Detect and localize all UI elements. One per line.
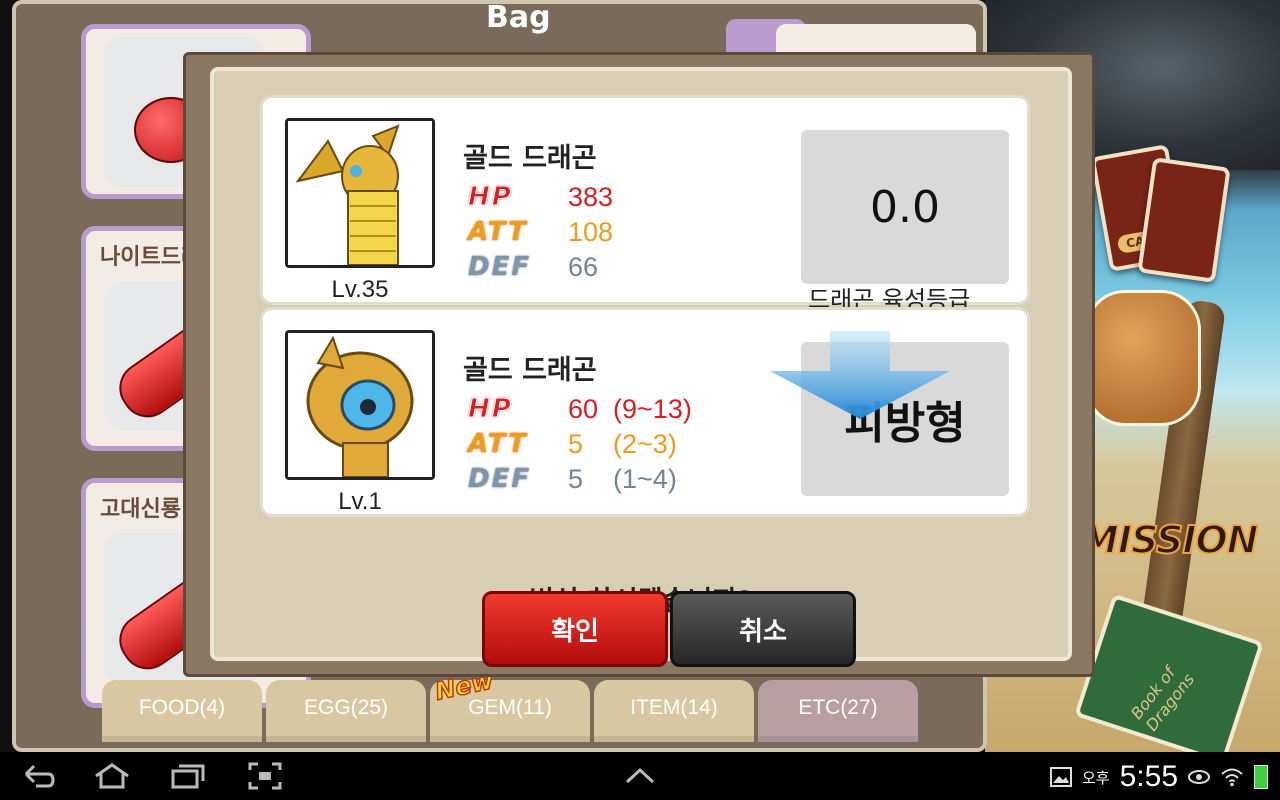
def-label: DEF (468, 464, 532, 494)
eye-icon (1188, 770, 1210, 784)
bag-title: Bag (486, 0, 551, 35)
system-nav-bar: 오후 5:55 (0, 752, 1280, 800)
confirm-button[interactable]: 확인 (482, 591, 668, 667)
result-hp-value: 60 (9~13) (568, 394, 692, 424)
recent-apps-icon[interactable] (170, 762, 206, 790)
screenshot-icon[interactable] (248, 762, 282, 790)
grade-value-box: 0.0 (801, 130, 1009, 284)
hp-label: HP (468, 394, 513, 425)
battery-icon (1254, 765, 1268, 789)
back-icon[interactable] (22, 762, 56, 790)
att-label: ATT (468, 217, 528, 247)
tab-item[interactable]: ITEM(14) (594, 680, 754, 742)
chevron-up-icon[interactable] (624, 762, 656, 790)
tab-food[interactable]: FOOD(4) (102, 680, 262, 742)
att-label: ATT (468, 429, 528, 459)
gold-dragon-adult-portrait (285, 118, 435, 268)
result-def-value: 5 (1~4) (568, 464, 677, 494)
book-of-dragons-icon[interactable]: Book of Dragons (1074, 593, 1264, 752)
current-dragon-name: 골드 드래곤 (463, 143, 597, 174)
current-level: Lv.35 (331, 276, 389, 303)
bag-tab-bar: FOOD(4) EGG(25) GEM(11) ITEM(14) ETC(27) (102, 680, 920, 742)
home-icon[interactable] (92, 762, 132, 790)
transform-dialog: Lv.35 골드 드래곤 HP 383 ATT 108 DEF 66 0.0 드… (183, 52, 1095, 677)
clock: 5:55 (1119, 760, 1178, 793)
gold-dragon-baby-portrait (285, 330, 435, 480)
tab-etc[interactable]: ETC(27) (758, 680, 918, 742)
transform-arrow-icon (770, 331, 950, 419)
hp-label: HP (468, 182, 513, 213)
card-menu-icon-back (1137, 157, 1231, 283)
current-hp-value: 383 (568, 182, 614, 212)
ampm-label: 오후 (1082, 768, 1110, 787)
book-label: Book of Dragons (1126, 663, 1199, 735)
cancel-button[interactable]: 취소 (670, 591, 856, 667)
result-att-value: 5 (2~3) (568, 429, 677, 459)
current-att-value: 108 (568, 217, 614, 247)
mission-button[interactable]: MISSION (1080, 517, 1260, 563)
status-area: 오후 5:55 (1050, 760, 1268, 794)
gallery-notification-icon (1050, 767, 1072, 787)
current-def-value: 66 (568, 252, 599, 282)
current-dragon-card: Lv.35 골드 드래곤 HP 383 ATT 108 DEF 66 0.0 드… (260, 95, 1030, 314)
dialog-inner: Lv.35 골드 드래곤 HP 383 ATT 108 DEF 66 0.0 드… (210, 67, 1072, 667)
result-dragon-name: 골드 드래곤 (463, 355, 597, 386)
tab-egg[interactable]: EGG(25) (266, 680, 426, 742)
def-label: DEF (468, 252, 532, 282)
backpack-icon[interactable] (1085, 290, 1201, 426)
slot-name: 고대신룡 (100, 497, 181, 522)
wifi-icon (1221, 768, 1243, 787)
result-level: Lv.1 (338, 488, 382, 515)
